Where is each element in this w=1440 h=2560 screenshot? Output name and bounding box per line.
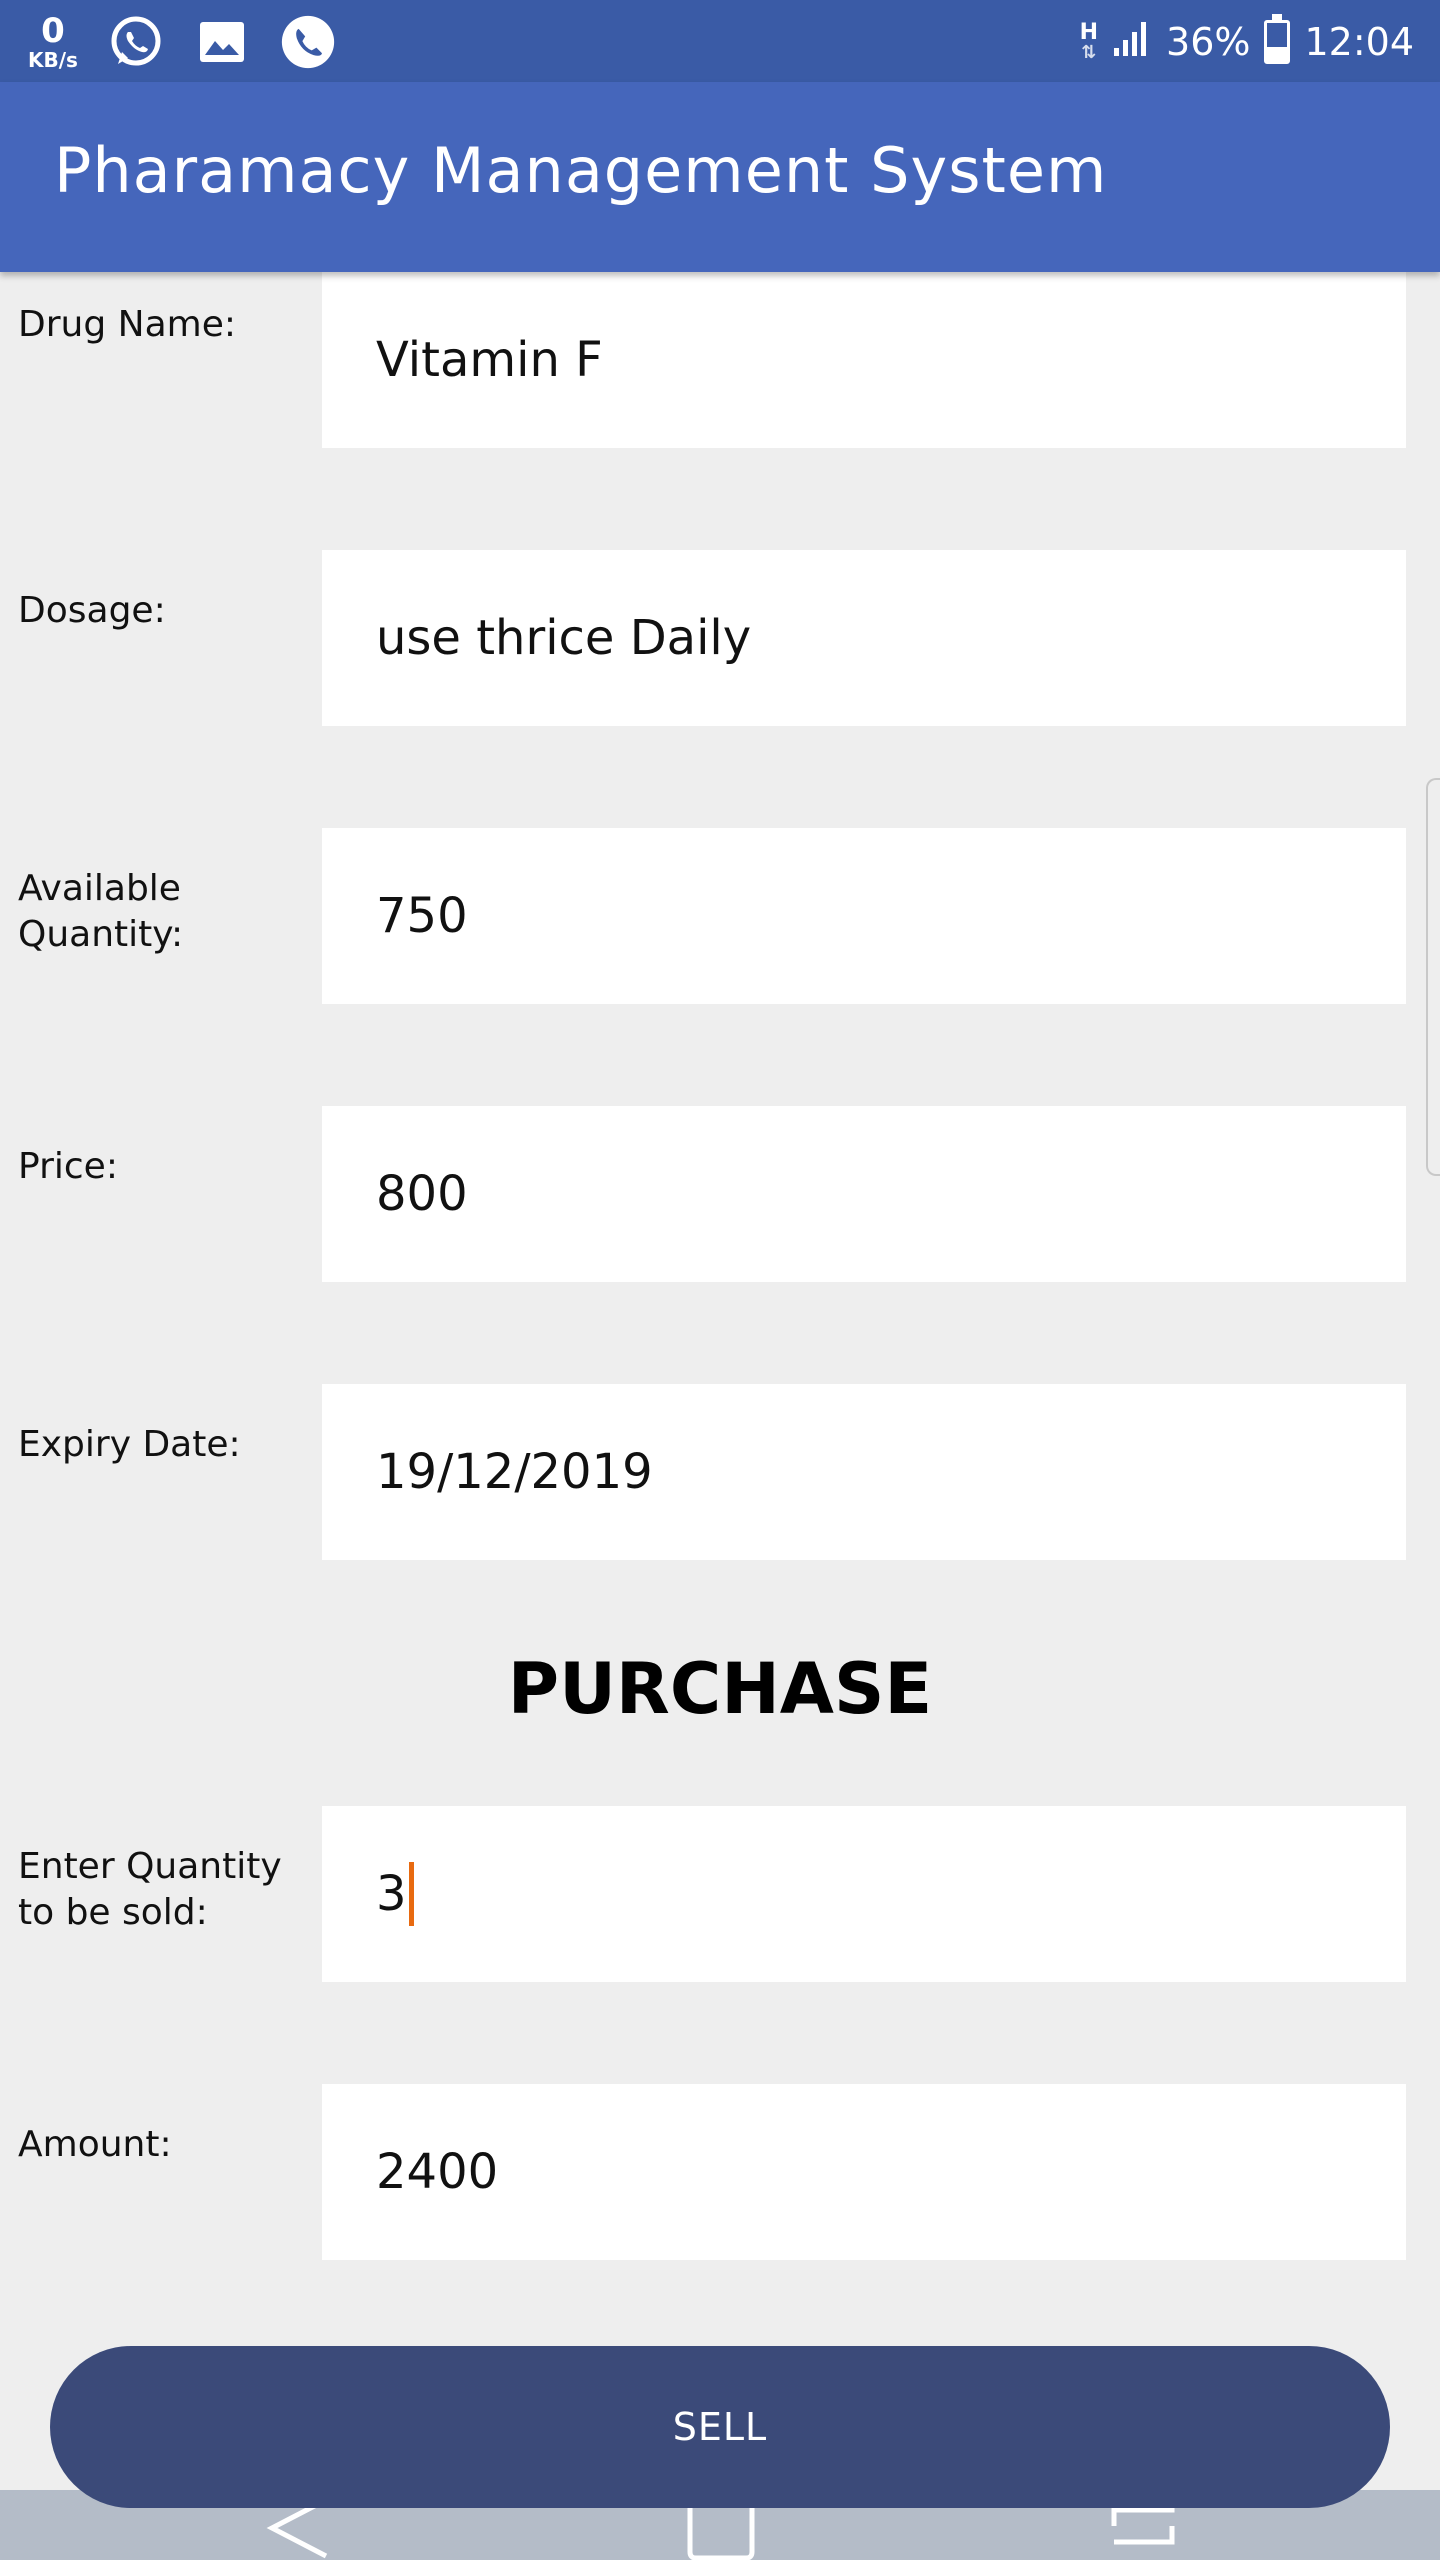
network-speed: 0 KB/s — [28, 14, 78, 70]
network-type-indicator: H ⇅ — [1080, 22, 1098, 62]
scrollbar[interactable] — [1426, 778, 1440, 1176]
amount-row: Amount: 2400 — [0, 2084, 1440, 2260]
app-screen: 0 KB/s H ⇅ 36% 12:04 Pharamacy Managemen… — [0, 0, 1440, 2560]
battery-icon — [1264, 14, 1291, 64]
dosage-field[interactable]: use thrice Daily — [322, 550, 1406, 726]
price-field[interactable]: 800 — [322, 1106, 1406, 1282]
phone-icon — [280, 14, 336, 70]
app-bar: Pharamacy Management System — [0, 82, 1440, 272]
available-quantity-row: Available Quantity: 750 — [0, 828, 1440, 1004]
quantity-input-value: 3 — [376, 1866, 407, 1922]
status-bar: 0 KB/s H ⇅ 36% 12:04 — [0, 0, 1440, 82]
purchase-heading: PURCHASE — [507, 1648, 933, 1730]
network-type-label: H — [1079, 20, 1099, 45]
expiry-date-field[interactable]: 19/12/2019 — [322, 1384, 1406, 1560]
dosage-label: Dosage: — [18, 590, 166, 631]
app-title: Pharamacy Management System — [54, 134, 1108, 207]
status-bar-right: H ⇅ 36% 12:04 — [1080, 10, 1414, 74]
whatsapp-icon — [108, 14, 164, 70]
price-row: Price: 800 — [0, 1106, 1440, 1282]
quantity-input[interactable]: 3 — [322, 1806, 1406, 1982]
dosage-row: Dosage: use thrice Daily — [0, 550, 1440, 726]
available-quantity-label: Available Quantity: — [18, 868, 184, 955]
quantity-row: Enter Quantity to be sold: 3 — [0, 1806, 1440, 1982]
clock: 12:04 — [1304, 20, 1414, 64]
status-bar-left: 0 KB/s — [28, 10, 336, 74]
amount-field[interactable]: 2400 — [322, 2084, 1406, 2260]
drug-name-row: Drug Name: Vitamin F — [0, 272, 1440, 448]
drug-name-field[interactable]: Vitamin F — [322, 272, 1406, 448]
text-cursor — [408, 1862, 414, 1926]
network-speed-value: 0 — [41, 11, 65, 51]
battery-percent: 36% — [1166, 20, 1251, 64]
signal-icon — [1112, 18, 1152, 67]
image-icon — [194, 14, 250, 70]
battery-level-fill — [1267, 47, 1288, 61]
price-label: Price: — [18, 1146, 118, 1187]
network-speed-unit: KB/s — [28, 48, 78, 72]
data-arrows-icon: ⇅ — [1081, 42, 1097, 63]
amount-label: Amount: — [18, 2124, 172, 2165]
sell-button[interactable]: SELL — [50, 2346, 1390, 2508]
quantity-label: Enter Quantity to be sold: — [18, 1846, 282, 1933]
expiry-date-label: Expiry Date: — [18, 1424, 241, 1465]
available-quantity-field[interactable]: 750 — [322, 828, 1406, 1004]
drug-name-label: Drug Name: — [18, 304, 236, 345]
expiry-date-row: Expiry Date: 19/12/2019 — [0, 1384, 1440, 1560]
